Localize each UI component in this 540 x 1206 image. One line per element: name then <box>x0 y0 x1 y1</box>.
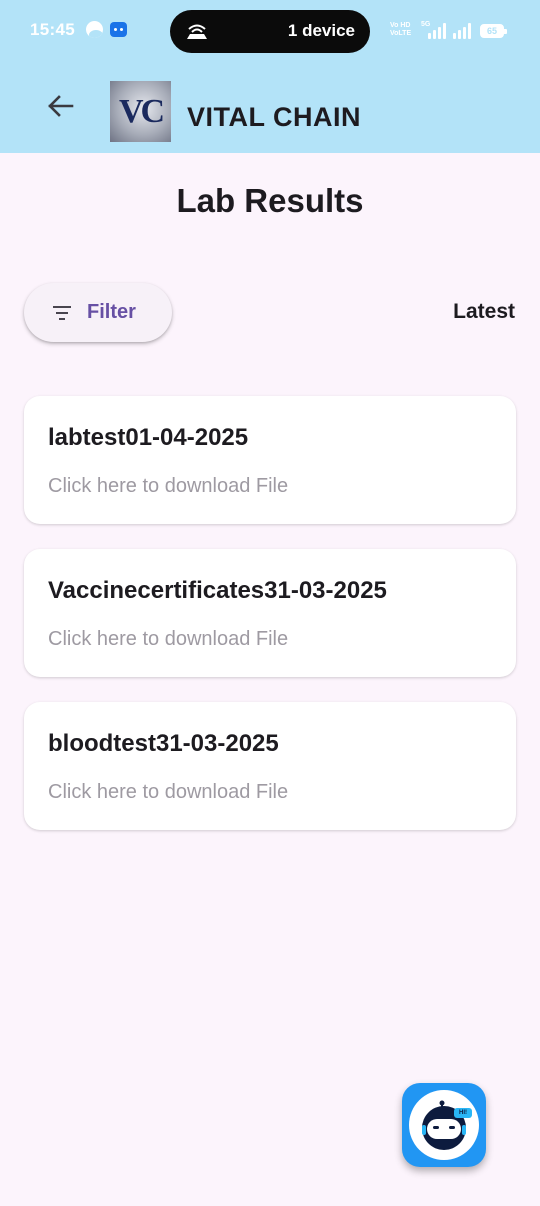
arrow-left-icon <box>48 95 74 117</box>
download-link[interactable]: Click here to download File <box>48 628 288 651</box>
status-indicators: Vo HD VoLTE 5G 65 <box>390 18 515 44</box>
hotspot-icon <box>187 24 207 39</box>
battery-icon: 65 <box>480 24 507 38</box>
download-link[interactable]: Click here to download File <box>48 475 288 498</box>
result-card[interactable]: bloodtest31-03-2025 Click here to downlo… <box>24 702 516 830</box>
signal-icon-2 <box>453 23 475 39</box>
result-card[interactable]: labtest01-04-2025 Click here to download… <box>24 396 516 524</box>
result-title: labtest01-04-2025 <box>48 424 249 451</box>
app-title: VITAL CHAIN <box>187 102 361 132</box>
back-button[interactable] <box>38 84 82 128</box>
volte-label-1: Vo HD <box>390 22 411 29</box>
chatbot-button[interactable]: HI! <box>402 1083 486 1167</box>
chatbot-robot-icon <box>422 1100 466 1150</box>
signal-icon-1 <box>428 23 450 39</box>
connection-pill[interactable]: 1 device <box>170 10 370 53</box>
sort-latest-button[interactable]: Latest <box>453 300 515 324</box>
result-title: Vaccinecertificates31-03-2025 <box>48 577 387 604</box>
header-area: 15:45 1 device Vo HD VoLTE 5G 65 VC VITA… <box>0 0 540 153</box>
volte-label-2: VoLTE <box>390 30 412 37</box>
status-time: 15:45 <box>30 20 75 39</box>
chatbot-avatar: HI! <box>409 1090 479 1160</box>
app-logo: VC <box>110 81 171 142</box>
download-link[interactable]: Click here to download File <box>48 781 288 804</box>
weather-app-icon <box>86 21 103 38</box>
pill-text: 1 device <box>287 21 355 40</box>
filter-button[interactable]: Filter <box>24 283 172 342</box>
filter-label: Filter <box>87 301 136 323</box>
page-title: Lab Results <box>176 182 364 219</box>
notification-app-icon <box>110 22 127 37</box>
status-bar: 15:45 1 device Vo HD VoLTE 5G 65 <box>0 0 540 62</box>
result-card[interactable]: Vaccinecertificates31-03-2025 Click here… <box>24 549 516 677</box>
result-title: bloodtest31-03-2025 <box>48 730 279 757</box>
hi-badge: HI! <box>454 1108 472 1118</box>
filter-lines-icon <box>53 306 71 320</box>
